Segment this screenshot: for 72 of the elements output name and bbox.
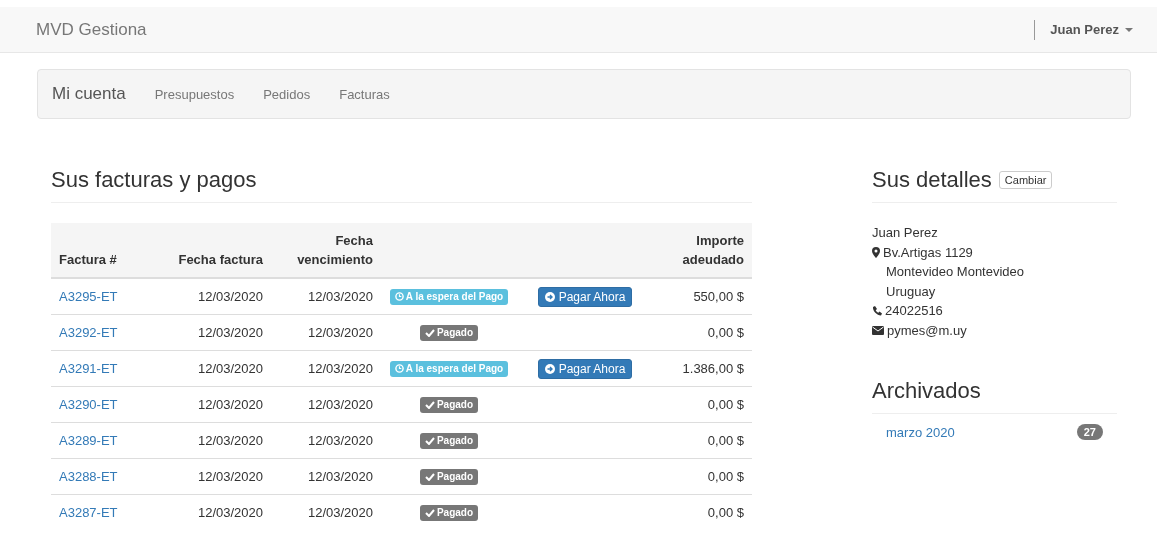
- address-line: Montevideo Montevideo: [885, 263, 1026, 281]
- amount-due: 1.386,00 $: [682, 361, 744, 376]
- check-icon: [424, 329, 435, 337]
- due-date: 12/03/2020: [307, 397, 373, 412]
- phone-number: 24022516: [885, 302, 943, 320]
- amount-due: 0,00 $: [707, 505, 744, 520]
- due-date: 12/03/2020: [307, 469, 373, 484]
- address-line: Uruguay: [885, 282, 937, 301]
- due-date: 12/03/2020: [307, 361, 373, 376]
- invoice-link[interactable]: A3288-ET: [59, 469, 118, 484]
- map-marker-icon: [872, 246, 880, 258]
- archive-link[interactable]: marzo 2020: [886, 424, 955, 440]
- check-icon: [424, 509, 435, 517]
- nav-link[interactable]: Presupuestos: [154, 86, 235, 102]
- invoice-link[interactable]: A3290-ET: [59, 397, 118, 412]
- column-header: Importe adeudado: [682, 233, 744, 267]
- account-title: Mi cuenta: [52, 84, 126, 104]
- pay-now-button[interactable]: Pagar Ahora: [537, 286, 633, 307]
- due-date: 12/03/2020: [307, 325, 373, 340]
- arrow-circle-icon: [544, 363, 555, 374]
- brand-name[interactable]: MVD Gestiona: [36, 19, 147, 40]
- envelope-icon: [872, 325, 884, 335]
- count-badge: 27: [1076, 424, 1103, 440]
- invoice-date: 12/03/2020: [197, 505, 263, 520]
- invoice-date: 12/03/2020: [197, 325, 263, 340]
- section-heading: Sus facturas y pagos: [51, 167, 752, 203]
- address-line: Bv.Artigas 1129: [883, 243, 973, 262]
- status-badge: Pagado: [419, 433, 479, 449]
- status-badge: A la espera del Pago: [389, 360, 509, 377]
- column-header: Factura #: [59, 252, 117, 267]
- email-address: pymes@m.uy: [887, 321, 967, 340]
- clock-icon: [394, 292, 404, 301]
- change-button[interactable]: Cambiar: [998, 171, 1053, 189]
- invoice-link[interactable]: A3289-ET: [59, 433, 118, 448]
- arrow-circle-icon: [544, 291, 555, 302]
- invoice-link[interactable]: A3295-ET: [59, 289, 118, 304]
- nav-link[interactable]: Pedidos: [263, 86, 311, 102]
- invoice-date: 12/03/2020: [197, 397, 263, 412]
- amount-due: 550,00 $: [693, 289, 744, 304]
- section-heading: Sus detalles: [872, 167, 992, 193]
- amount-due: 0,00 $: [707, 469, 744, 484]
- user-menu[interactable]: Juan Perez: [1050, 22, 1133, 37]
- amount-due: 0,00 $: [707, 325, 744, 340]
- check-icon: [424, 401, 435, 409]
- column-header: Fecha factura: [178, 252, 263, 267]
- customer-name: Juan Perez: [872, 224, 939, 242]
- pay-now-button[interactable]: Pagar Ahora: [537, 358, 633, 379]
- invoice-link[interactable]: A3292-ET: [59, 325, 118, 340]
- invoice-link[interactable]: A3291-ET: [59, 361, 118, 376]
- invoice-date: 12/03/2020: [197, 289, 263, 304]
- nav-link[interactable]: Facturas: [339, 86, 390, 102]
- check-icon: [424, 437, 435, 445]
- invoice-date: 12/03/2020: [197, 361, 263, 376]
- invoice-date: 12/03/2020: [197, 469, 263, 484]
- amount-due: 0,00 $: [707, 433, 744, 448]
- due-date: 12/03/2020: [307, 433, 373, 448]
- column-header: Fecha vencimiento: [297, 233, 373, 267]
- phone-icon: [872, 305, 882, 316]
- status-badge: A la espera del Pago: [389, 288, 509, 305]
- check-icon: [424, 473, 435, 481]
- status-badge: Pagado: [419, 469, 479, 485]
- status-badge: Pagado: [419, 505, 479, 521]
- invoice-date: 12/03/2020: [197, 433, 263, 448]
- caret-icon: [1125, 27, 1133, 32]
- status-badge: Pagado: [419, 325, 479, 341]
- invoice-link[interactable]: A3287-ET: [59, 505, 118, 520]
- section-heading: Archivados: [872, 378, 981, 404]
- due-date: 12/03/2020: [307, 289, 373, 304]
- due-date: 12/03/2020: [307, 505, 373, 520]
- clock-icon: [394, 364, 404, 373]
- status-badge: Pagado: [419, 397, 479, 413]
- amount-due: 0,00 $: [707, 397, 744, 412]
